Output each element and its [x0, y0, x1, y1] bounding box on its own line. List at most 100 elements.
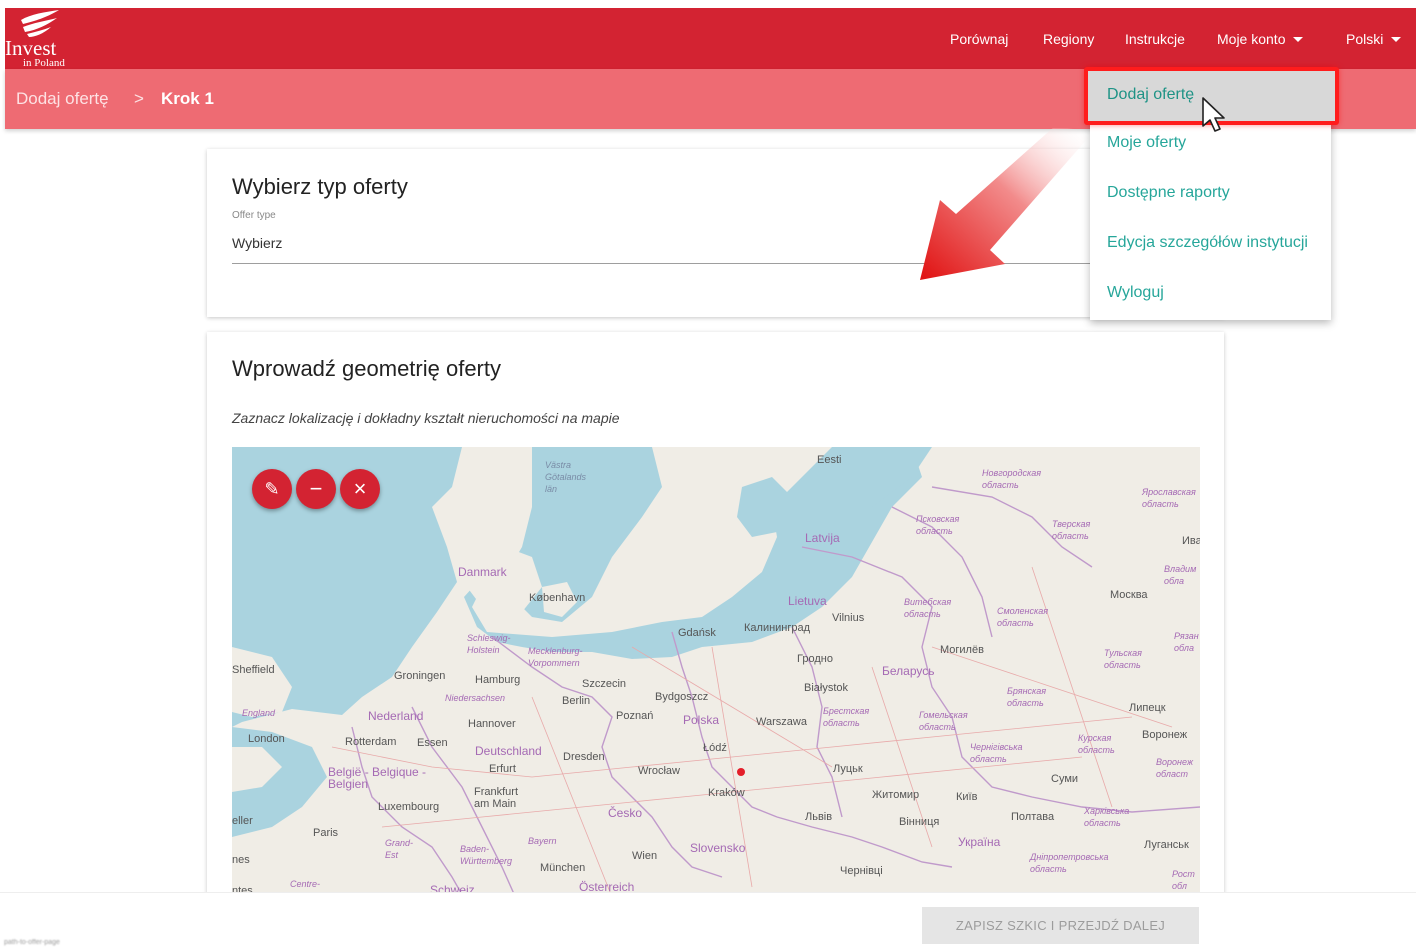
- map-label: Schleswig-Holstein: [467, 633, 511, 655]
- geometry-title: Wprowadź geometrię oferty: [232, 356, 501, 381]
- map-label: Gdańsk: [678, 627, 716, 639]
- map-label: Luxembourg: [378, 801, 440, 813]
- map-label: Курская область: [1078, 733, 1115, 755]
- map-label: Frankfurt am Main: [474, 786, 519, 810]
- map-label: Eesti: [817, 454, 842, 466]
- draw-edit-button[interactable]: ✎: [252, 469, 292, 509]
- close-icon: ×: [353, 476, 367, 501]
- map-label: Липецк: [1129, 702, 1166, 714]
- map-label: Могилёв: [940, 644, 984, 656]
- offer-type-title: Wybierz typ oferty: [232, 174, 408, 199]
- map-label: Łódź: [703, 742, 727, 754]
- map-label: Чернігівська область: [970, 742, 1023, 764]
- map-label: Dresden: [563, 751, 605, 763]
- map-label: Тульская область: [1104, 648, 1142, 670]
- map-label: Харківська область: [1084, 806, 1130, 828]
- nav-language[interactable]: Polski: [1346, 31, 1402, 47]
- map-label: Poznań: [616, 710, 654, 722]
- menu-item-logout[interactable]: Wyloguj: [1107, 283, 1164, 303]
- map-label: Białystok: [804, 682, 849, 694]
- map-label: Воронеж: [1142, 729, 1188, 741]
- map-label: Wrocław: [638, 765, 680, 777]
- menu-item-my-offers[interactable]: Moje oferty: [1107, 133, 1186, 153]
- map-label: Витебская область: [904, 597, 952, 619]
- map-label: Вінниця: [899, 816, 940, 828]
- breadcrumb-parent[interactable]: Dodaj ofertę: [16, 89, 109, 109]
- minus-icon: −: [309, 476, 323, 501]
- map-canvas[interactable]: Eesti Latvija Lietuva Danmark København …: [232, 447, 1200, 912]
- map-label: Київ: [956, 791, 978, 803]
- nav-compare[interactable]: Porównaj: [950, 31, 1008, 47]
- map-label: Polska: [683, 713, 720, 727]
- nav-language-label: Polski: [1346, 31, 1384, 47]
- geometry-hint: Zaznacz lokalizację i dokładny kształt n…: [232, 410, 620, 426]
- map-label: Essen: [417, 737, 448, 749]
- menu-item-reports[interactable]: Dostępne raporty: [1107, 183, 1230, 203]
- map-label: Bydgoszcz: [655, 691, 709, 703]
- map-label: München: [540, 862, 586, 874]
- map-label: Bayern: [528, 836, 557, 846]
- map-label: Гомельская область: [919, 710, 968, 732]
- chevron-down-icon: [1391, 36, 1402, 42]
- map-label: Смоленская область: [997, 606, 1049, 628]
- map-label: Тверская область: [1052, 519, 1091, 541]
- offer-type-label: Offer type: [232, 210, 276, 221]
- logo-wing-icon: [21, 10, 59, 37]
- map-label: nes: [232, 854, 250, 866]
- map-label: Рост обл: [1172, 869, 1195, 891]
- offer-type-select[interactable]: Wybierz: [232, 235, 282, 251]
- map-label: Hamburg: [475, 674, 521, 686]
- map-label: England: [242, 708, 276, 718]
- breadcrumb-separator-icon: >: [134, 89, 144, 108]
- map-label: Брестская область: [823, 706, 870, 728]
- map-label: Centre-: [290, 879, 321, 889]
- map-label: Danmark: [458, 565, 507, 579]
- map-label: Kraków: [708, 787, 745, 799]
- map-label: Deutschland: [475, 744, 542, 758]
- map-label: Erfurt: [489, 763, 516, 775]
- map-label: Калининград: [744, 622, 811, 634]
- status-url: path-to-offer-page: [4, 939, 60, 946]
- map-label: Львів: [805, 811, 833, 823]
- map-label: Луганськ: [1144, 839, 1189, 851]
- top-navbar: Invest in Poland Porównaj Regiony Instru…: [5, 8, 1416, 69]
- nav-my-account[interactable]: Moje konto: [1217, 31, 1304, 47]
- map-label: Чернівці: [840, 865, 883, 877]
- map-label: Berlin: [562, 695, 591, 707]
- map-label: Ярославская область: [1142, 487, 1196, 509]
- nav-regions[interactable]: Regiony: [1043, 31, 1094, 47]
- map-label: Псковская область: [916, 514, 960, 536]
- map-label: Новгородская область: [982, 468, 1042, 490]
- map-label: Дніпропетровська область: [1030, 852, 1109, 874]
- annotation-arrow-icon: [920, 128, 1088, 280]
- map-label: Slovensko: [690, 841, 746, 855]
- pencil-icon: ✎: [264, 479, 280, 499]
- map-label: Warszawa: [756, 716, 807, 728]
- map-label: Брянская область: [1007, 686, 1047, 708]
- mouse-cursor-icon: [1202, 97, 1225, 132]
- menu-item-institution-details[interactable]: Edycja szczegółów instytucji: [1107, 233, 1308, 253]
- nav-my-account-label: Moje konto: [1217, 31, 1286, 47]
- menu-item-add-offer-label: Dodaj ofertę: [1107, 86, 1195, 103]
- save-draft-continue-button[interactable]: ZAPISZ SZKIC I PRZEJDŹ DALEJ: [922, 907, 1199, 944]
- map-label: Суми: [1051, 773, 1079, 785]
- map-label: Полтава: [1011, 811, 1055, 823]
- map-label: Sheffield: [232, 664, 275, 676]
- map-label: Рязан обла: [1174, 631, 1199, 653]
- nav-instructions[interactable]: Instrukcje: [1125, 31, 1185, 47]
- invest-in-poland-logo[interactable]: Invest in Poland: [5, 8, 85, 69]
- draw-clear-button[interactable]: ×: [340, 469, 380, 509]
- geometry-card: Wprowadź geometrię oferty Zaznacz lokali…: [207, 332, 1224, 912]
- map-label: Москва: [1110, 589, 1148, 601]
- map-label: Wien: [632, 850, 658, 862]
- breadcrumb-current: Krok 1: [161, 89, 214, 108]
- map-label: Szczecin: [582, 678, 627, 690]
- logo-title: Invest: [5, 36, 57, 60]
- map-label: Grand-Est: [385, 838, 414, 860]
- map-label: Луцьк: [833, 763, 863, 775]
- map-label: Lietuva: [788, 594, 827, 608]
- map-label: Україна: [958, 835, 1001, 849]
- map-label: Vilnius: [832, 612, 865, 624]
- draw-remove-button[interactable]: −: [296, 469, 336, 509]
- map-label: Hannover: [468, 718, 516, 730]
